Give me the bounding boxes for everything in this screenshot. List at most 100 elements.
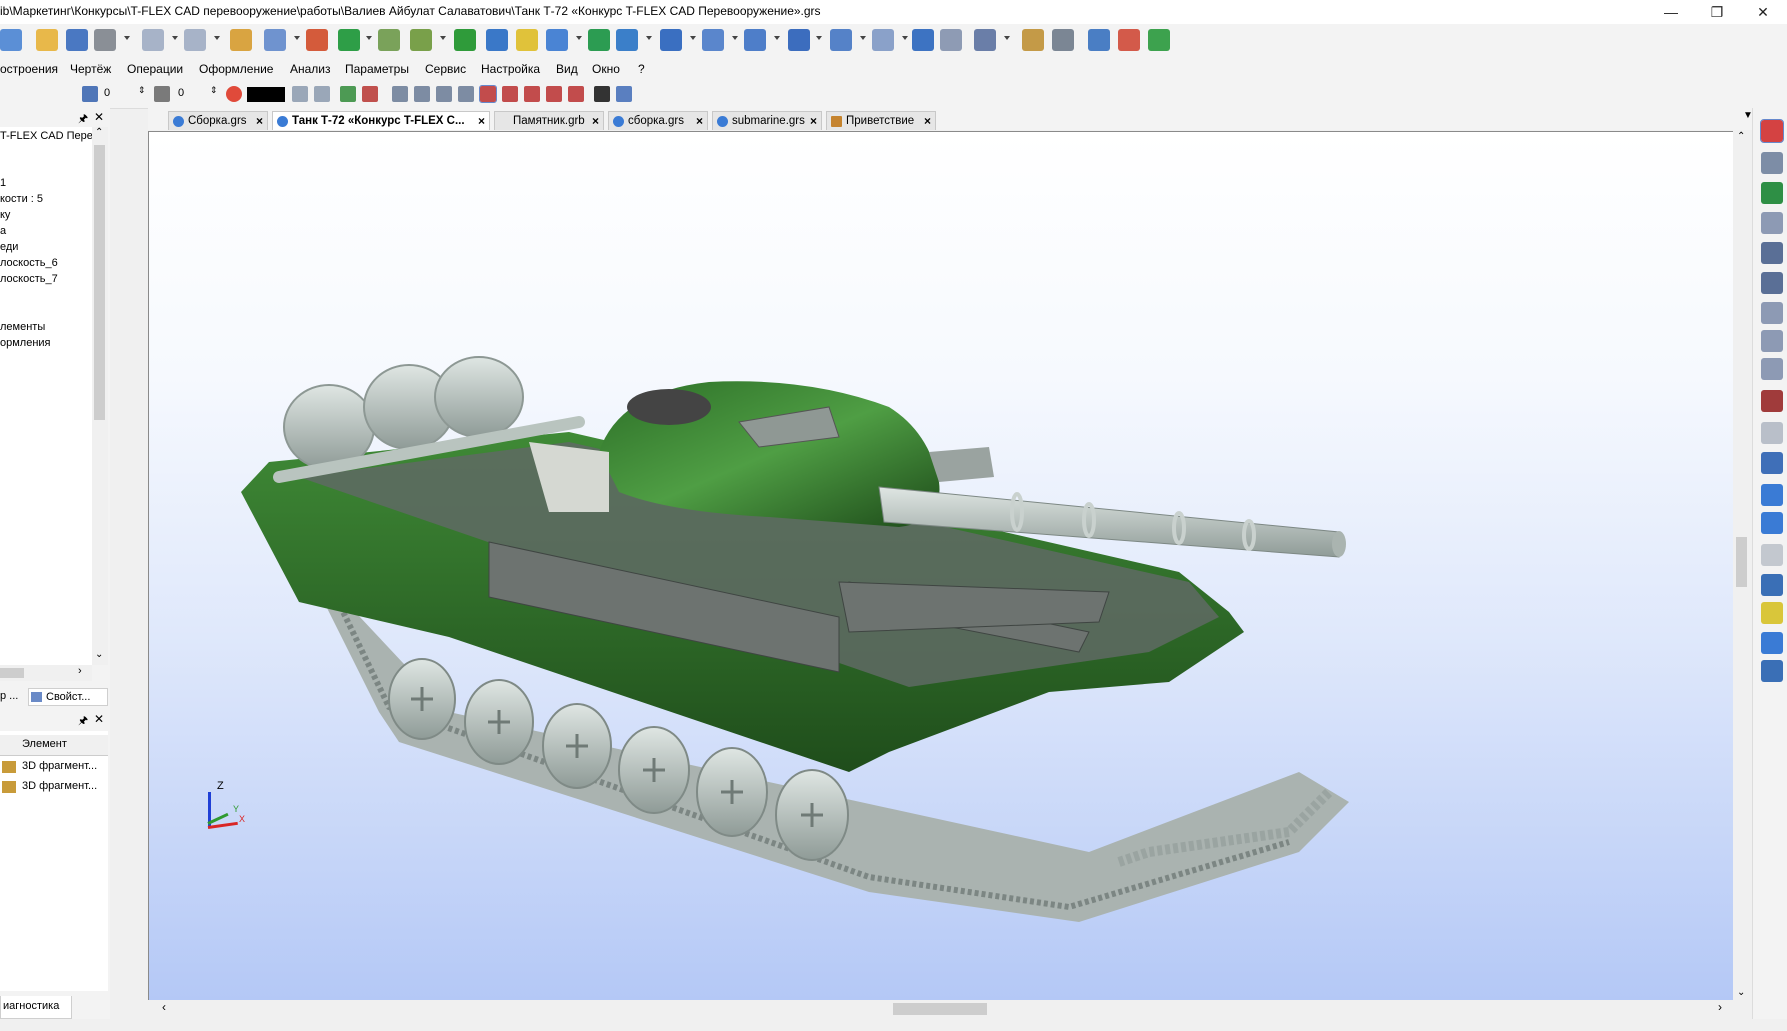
list-item[interactable]: 3D фрагмент... <box>0 778 108 797</box>
layer-field[interactable]: 0 <box>104 87 110 99</box>
link-icon[interactable] <box>1088 29 1110 51</box>
magnet-green-icon[interactable] <box>1761 182 1783 204</box>
tab-structure[interactable]: р ... <box>0 690 18 702</box>
menu-help[interactable]: ? <box>638 62 645 76</box>
menu-view[interactable]: Вид <box>556 62 578 76</box>
fillet-icon[interactable] <box>744 29 766 51</box>
minimize-button[interactable]: — <box>1648 0 1694 24</box>
texture-icon[interactable] <box>616 86 632 102</box>
panel-close-icon[interactable]: ✕ <box>94 110 104 124</box>
scroll-down-icon[interactable]: ⌄ <box>1737 987 1745 998</box>
check-assembly-icon[interactable] <box>1761 512 1783 534</box>
color-swatch[interactable] <box>247 87 285 102</box>
line-type-icon[interactable] <box>292 86 308 102</box>
views-icon[interactable] <box>1761 452 1783 474</box>
render-icon[interactable] <box>1761 632 1783 654</box>
rebuild-icon[interactable] <box>1118 29 1140 51</box>
menu-analysis[interactable]: Анализ <box>290 62 331 76</box>
zoom-all-icon[interactable] <box>1761 272 1783 294</box>
tree-item[interactable]: лементы <box>0 321 45 333</box>
scroll-up-icon[interactable]: ⌃ <box>1737 131 1745 142</box>
cut-icon[interactable] <box>872 29 894 51</box>
scroll-down-icon[interactable]: ⌄ <box>95 649 103 660</box>
zoom-window-icon[interactable] <box>1761 212 1783 234</box>
snap-icon[interactable] <box>392 86 408 102</box>
scroll-right-icon[interactable]: › <box>1718 1000 1722 1014</box>
zoom-out-icon[interactable] <box>1761 330 1783 352</box>
scroll-left-icon[interactable]: ‹ <box>162 1000 166 1014</box>
report-icon[interactable] <box>1022 29 1044 51</box>
dimension-icon[interactable] <box>974 29 996 51</box>
pipe-icon[interactable] <box>546 29 568 51</box>
menu-drawing[interactable]: Чертёж <box>70 62 111 76</box>
window-icon[interactable] <box>1148 29 1170 51</box>
select-face-icon[interactable] <box>502 86 518 102</box>
tab-close-icon[interactable]: × <box>696 114 703 128</box>
node-icon[interactable] <box>338 29 360 51</box>
section-icon[interactable] <box>1761 544 1783 566</box>
viewport-scroll-thumb-horizontal[interactable] <box>893 1003 987 1015</box>
snap-toggle-icon[interactable] <box>1761 152 1783 174</box>
close-window-button[interactable]: ✕ <box>1740 0 1786 24</box>
coordinate-system-icon[interactable] <box>306 29 328 51</box>
doc-tab-active[interactable]: Танк Т-72 «Конкурс T-FLEX C... × <box>272 111 490 130</box>
tree-item[interactable]: лоскость_7 <box>0 273 58 285</box>
shell-icon[interactable] <box>830 29 852 51</box>
pin-icon[interactable]: 🖈 <box>78 712 88 731</box>
workplane-icon[interactable] <box>264 29 286 51</box>
sketch-icon[interactable] <box>230 29 252 51</box>
new-document-icon[interactable] <box>0 29 22 51</box>
tab-properties[interactable]: Свойст... <box>28 688 108 706</box>
copy-icon[interactable] <box>702 29 724 51</box>
tab-close-icon[interactable]: × <box>256 114 263 128</box>
save-icon[interactable] <box>66 29 88 51</box>
tree-item[interactable]: ормления <box>0 337 51 349</box>
tree-item[interactable]: еди <box>0 241 18 253</box>
doc-tab[interactable]: Приветствие × <box>826 111 936 130</box>
tab-close-icon[interactable]: × <box>592 114 599 128</box>
zoom-in-icon[interactable] <box>1761 302 1783 324</box>
tree-item[interactable]: ку <box>0 209 10 221</box>
tab-close-icon[interactable]: × <box>924 114 931 128</box>
select-vertex-icon[interactable] <box>546 86 562 102</box>
panel-close-icon[interactable]: ✕ <box>94 712 104 726</box>
menu-parameters[interactable]: Параметры <box>345 62 409 76</box>
rotate-icon[interactable] <box>486 29 508 51</box>
cube-view-icon[interactable] <box>1761 574 1783 596</box>
tree-root[interactable]: T-FLEX CAD Перев <box>0 130 92 142</box>
snap-node-icon[interactable] <box>414 86 430 102</box>
tab-close-icon[interactable]: × <box>478 114 485 128</box>
pan-icon[interactable] <box>1761 390 1783 412</box>
calculator-icon[interactable] <box>1052 29 1074 51</box>
doc-tab[interactable]: Сборка.grs × <box>168 111 268 130</box>
menu-service[interactable]: Сервис <box>425 62 466 76</box>
level-spin[interactable]: ⇕ <box>210 85 218 96</box>
body-icon[interactable] <box>912 29 934 51</box>
color-palette-icon[interactable] <box>226 86 242 102</box>
menu-operations[interactable]: Операции <box>127 62 183 76</box>
boolean-icon[interactable] <box>588 29 610 51</box>
tree-item[interactable]: лоскость_6 <box>0 257 58 269</box>
column-header-element[interactable]: Элемент <box>22 738 67 750</box>
material-icon[interactable] <box>594 86 610 102</box>
undo-icon[interactable] <box>142 29 164 51</box>
menu-settings[interactable]: Настройка <box>481 62 540 76</box>
print-icon[interactable] <box>94 29 116 51</box>
line-width-icon[interactable] <box>314 86 330 102</box>
filter-off-icon[interactable] <box>362 86 378 102</box>
select-body-icon[interactable] <box>568 86 584 102</box>
check-model-icon[interactable] <box>1761 484 1783 506</box>
blend-icon[interactable] <box>616 29 638 51</box>
transform-icon[interactable] <box>940 29 962 51</box>
chamfer-icon[interactable] <box>788 29 810 51</box>
vector-icon[interactable] <box>378 29 400 51</box>
magnet-icon[interactable] <box>1760 119 1784 143</box>
path-icon[interactable] <box>410 29 432 51</box>
layer-spin[interactable]: ⇕ <box>138 85 146 96</box>
restore-button[interactable]: ❐ <box>1694 0 1740 24</box>
filter-icon[interactable] <box>340 86 356 102</box>
zoom-previous-icon[interactable] <box>1761 358 1783 380</box>
grid-icon[interactable] <box>458 86 474 102</box>
extrude-icon[interactable] <box>454 29 476 51</box>
3d-viewport[interactable]: Z Y X <box>148 131 1734 1003</box>
